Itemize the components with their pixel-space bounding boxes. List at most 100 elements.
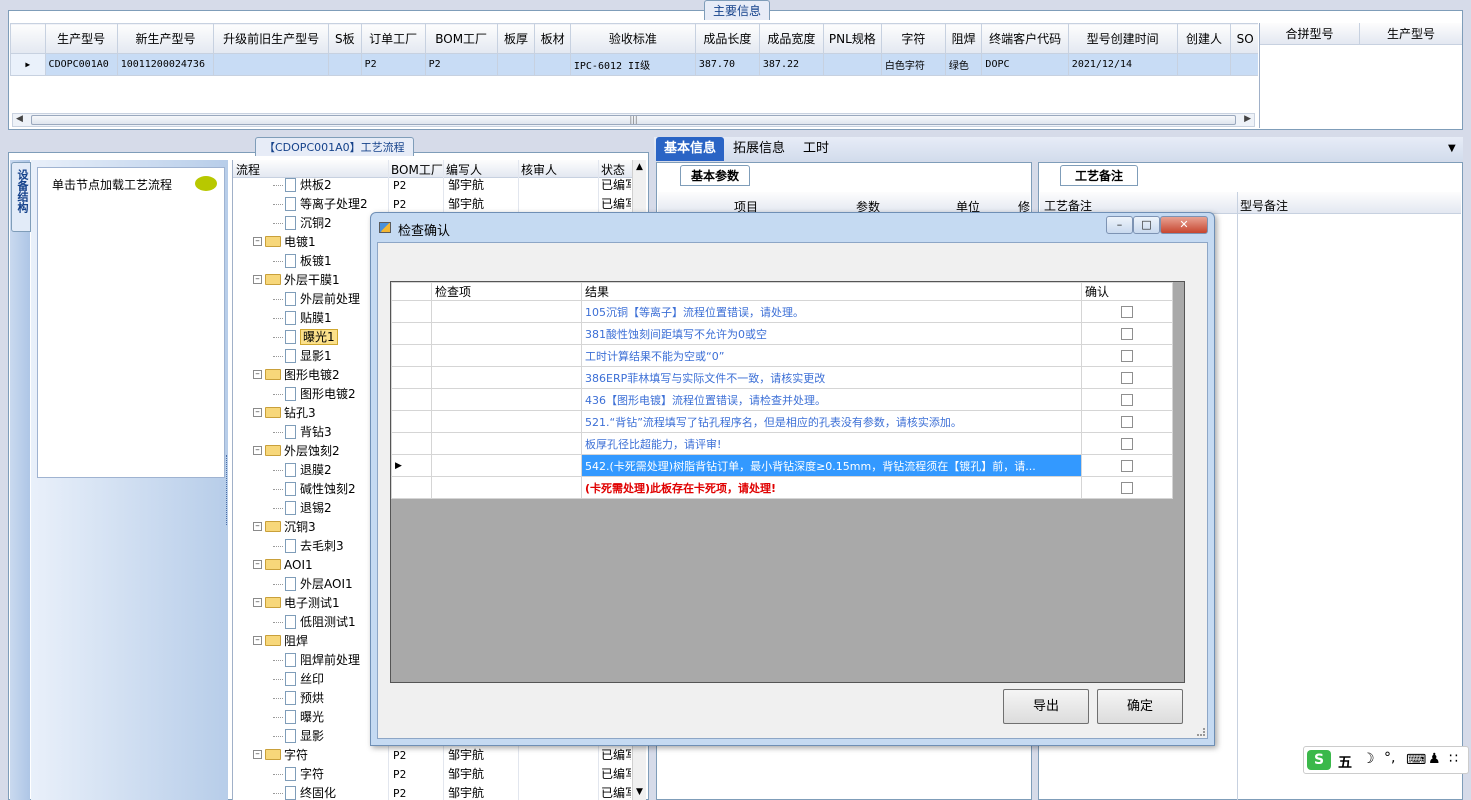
resize-grip-icon[interactable] (1197, 728, 1205, 736)
check-row-header[interactable] (391, 300, 432, 323)
tree-node[interactable]: 烘板2 P2 邹宇航 已编写 (233, 176, 633, 195)
main-col-header[interactable]: 验收标准 (569, 23, 696, 54)
ok-button[interactable]: 确定 (1097, 689, 1183, 724)
main-cell[interactable] (1230, 53, 1258, 76)
main-cell[interactable]: 2021/12/14 (1067, 53, 1178, 76)
main-table-row[interactable]: ▶ CDOPC001A0 10011200024736 P2 P2 IPC-6012 II… (10, 53, 1258, 76)
tab-dropdown-icon[interactable]: ▼ (1448, 143, 1456, 154)
check-item-cell[interactable] (431, 322, 582, 345)
main-cell[interactable]: 绿色 (944, 53, 983, 76)
main-col-header[interactable]: 创建人 (1176, 23, 1232, 54)
confirm-checkbox[interactable] (1121, 306, 1133, 318)
check-row[interactable]: 工时计算结果不能为空或“0” (391, 344, 1173, 367)
confirm-checkbox[interactable] (1121, 482, 1133, 494)
main-col-header[interactable]: 生产型号 (44, 23, 118, 54)
check-result-cell[interactable]: 521.“背钻”流程填写了钻孔程序名，但是相应的孔表没有参数，请核实添加。 (581, 410, 1082, 433)
check-item-cell[interactable] (431, 410, 582, 433)
main-col-header[interactable]: PNL规格 (822, 23, 882, 54)
check-item-cell[interactable] (431, 388, 582, 411)
check-row[interactable]: 436【图形电镀】流程位置错误，请检查并处理。 (391, 388, 1173, 411)
check-result-cell[interactable]: 542.(卡死需处理)树脂背钻订单，最小背钻深度≥0.15mm，背钻流程须在【镀… (581, 454, 1082, 477)
check-row-header[interactable] (391, 344, 432, 367)
check-item-cell[interactable] (431, 344, 582, 367)
sogou-logo-icon[interactable]: S (1307, 750, 1331, 770)
main-col-header[interactable]: 成品宽度 (758, 23, 824, 54)
main-cell[interactable] (213, 53, 330, 76)
check-result-cell[interactable]: 105沉铜【等离子】流程位置错误，请处理。 (581, 300, 1082, 323)
main-col-header[interactable]: 新生产型号 (116, 23, 215, 54)
check-row-header[interactable] (391, 322, 432, 345)
main-col-header[interactable]: 板厚 (496, 23, 536, 54)
minimize-button[interactable]: – (1106, 216, 1133, 234)
check-row[interactable]: 板厚孔径比超能力，请评审! (391, 432, 1173, 455)
grid-icon[interactable]: ∷ (1449, 751, 1458, 767)
basic-params-tab[interactable]: 基本参数 (680, 165, 751, 186)
tree-node[interactable]: 字符 P2 邹宇航 已编写 (233, 765, 633, 784)
confirm-checkbox[interactable] (1121, 416, 1133, 428)
check-item-cell[interactable] (431, 366, 582, 389)
check-row-header[interactable] (391, 366, 432, 389)
splitter[interactable] (226, 455, 231, 525)
confirm-checkbox[interactable] (1121, 394, 1133, 406)
main-cell[interactable]: CDOPC001A0 (44, 53, 118, 76)
punctuation-icon[interactable]: °, (1384, 750, 1395, 766)
maximize-button[interactable]: □ (1133, 216, 1160, 234)
tree-scroll-up-arrow[interactable]: ▲ (636, 162, 643, 172)
check-row[interactable]: 521.“背钻”流程填写了钻孔程序名，但是相应的孔表没有参数，请核实添加。 (391, 410, 1173, 433)
tree-node[interactable]: – 字符 P2 邹宇航 已编写 (233, 746, 633, 765)
main-col-header[interactable]: 订单工厂 (360, 23, 426, 54)
node-hint-text[interactable]: 单击节点加载工艺流程 (52, 176, 172, 193)
main-col-header[interactable]: 成品长度 (694, 23, 760, 54)
collapse-icon[interactable]: – (253, 560, 262, 569)
export-button[interactable]: 导出 (1003, 689, 1089, 724)
check-result-cell[interactable]: 386ERP菲林填写与实际文件不一致，请核实更改 (581, 366, 1082, 389)
main-col-header[interactable]: SO (1230, 23, 1258, 54)
collapse-icon[interactable]: – (253, 522, 262, 531)
check-result-cell[interactable]: 436【图形电镀】流程位置错误，请检查并处理。 (581, 388, 1082, 411)
scroll-left-arrow[interactable]: ◀ (16, 114, 23, 124)
collapse-icon[interactable]: – (253, 598, 262, 607)
main-cell[interactable]: P2 (360, 53, 426, 76)
main-col-header[interactable]: S板 (328, 23, 362, 54)
main-hscroll[interactable]: ◀ ||| ▶ (12, 113, 1255, 127)
main-col-header[interactable]: 型号创建时间 (1067, 23, 1178, 54)
check-row-header[interactable] (391, 476, 432, 499)
check-item-cell[interactable] (431, 476, 582, 499)
ime-mode-label[interactable]: 五 (1338, 752, 1352, 772)
check-item-cell[interactable] (431, 454, 582, 477)
confirm-checkbox[interactable] (1121, 460, 1133, 472)
main-col-header[interactable]: 字符 (880, 23, 946, 54)
collapse-icon[interactable]: – (253, 408, 262, 417)
main-cell[interactable]: 387.70 (694, 53, 760, 76)
main-col-header[interactable]: 终端客户代码 (981, 23, 1069, 54)
check-row-header[interactable]: ▶ (391, 454, 432, 477)
main-col-header[interactable]: 板材 (534, 23, 571, 54)
tree-scroll-down-arrow[interactable]: ▼ (636, 787, 643, 797)
main-cell[interactable] (496, 53, 536, 76)
check-row[interactable]: 386ERP菲林填写与实际文件不一致，请核实更改 (391, 366, 1173, 389)
main-cell[interactable] (534, 53, 571, 76)
side-tab-equipment[interactable]: 设备结构 (11, 162, 31, 232)
moon-icon[interactable]: ☽ (1362, 751, 1375, 767)
collapse-icon[interactable]: – (253, 370, 262, 379)
check-result-cell[interactable]: 工时计算结果不能为空或“0” (581, 344, 1082, 367)
main-cell[interactable] (328, 53, 362, 76)
check-result-cell[interactable]: (卡死需处理)此板存在卡死项，请处理! (581, 476, 1082, 499)
check-row[interactable]: (卡死需处理)此板存在卡死项，请处理! (391, 476, 1173, 499)
tree-node[interactable]: 终固化 P2 邹宇航 已编写 (233, 784, 633, 800)
tab-work-hours[interactable]: 工时 (795, 137, 837, 161)
check-item-cell[interactable] (431, 432, 582, 455)
keyboard-icon[interactable]: ⌨ (1406, 752, 1426, 768)
scroll-right-arrow[interactable]: ▶ (1244, 114, 1251, 124)
check-row[interactable]: ▶ 542.(卡死需处理)树脂背钻订单，最小背钻深度≥0.15mm，背钻流程须在【… (391, 454, 1173, 477)
user-icon[interactable]: ♟ (1428, 751, 1441, 767)
main-cell[interactable]: P2 (424, 53, 498, 76)
main-cell[interactable]: 10011200024736 (116, 53, 215, 76)
main-cell[interactable]: DOPC (981, 53, 1069, 76)
main-cell[interactable]: 白色字符 (880, 53, 946, 76)
check-row-header[interactable] (391, 432, 432, 455)
main-cell[interactable]: IPC-6012 II级 (569, 53, 696, 76)
confirm-checkbox[interactable] (1121, 438, 1133, 450)
remarks-tab[interactable]: 工艺备注 (1060, 165, 1139, 186)
main-col-header[interactable]: 升级前旧生产型号 (213, 23, 330, 54)
